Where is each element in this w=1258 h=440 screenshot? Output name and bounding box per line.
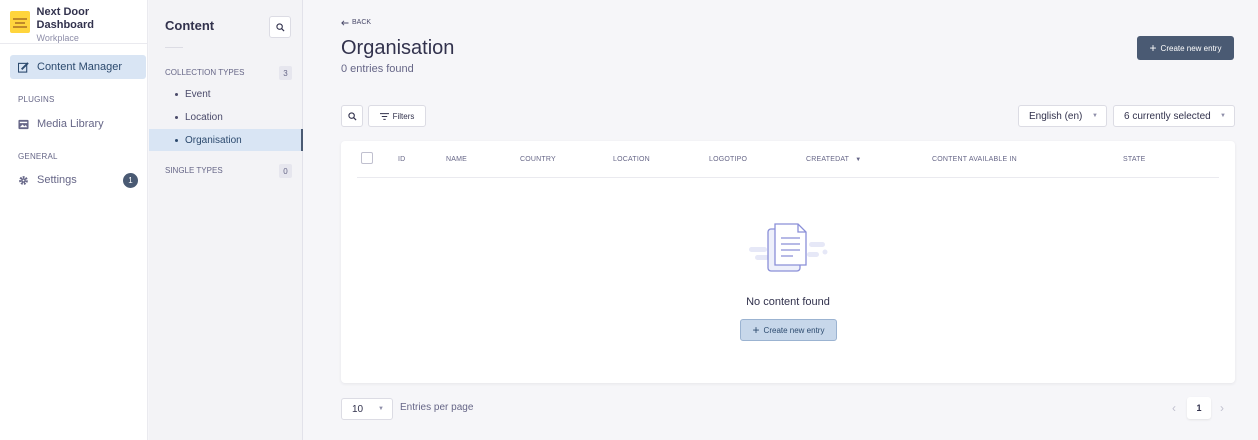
column-header-country[interactable]: COUNTRY: [520, 156, 556, 163]
entries-per-page-select[interactable]: 10 ▼: [341, 398, 393, 420]
create-new-entry-button[interactable]: + Create new entry: [1137, 36, 1234, 60]
nav-settings[interactable]: Settings 1: [10, 168, 146, 192]
chevron-left-icon[interactable]: ‹: [1172, 401, 1176, 415]
column-header-createdat-label: CREATEDAT: [806, 156, 850, 163]
content-subnav: Content COLLECTION TYPES 3 Event Locatio…: [149, 0, 303, 440]
subnav-title: Content: [165, 18, 215, 33]
column-header-id[interactable]: ID: [398, 156, 405, 163]
pagination-current-page[interactable]: 1: [1187, 397, 1211, 419]
select-all-checkbox[interactable]: [361, 152, 373, 164]
chevron-down-icon: ▼: [1092, 113, 1098, 119]
page-title: Organisation: [341, 37, 455, 59]
search-icon: [347, 111, 357, 121]
app-name: Next Door Dashboard: [36, 6, 95, 31]
back-link[interactable]: BACK: [341, 19, 371, 26]
subnav-search-button[interactable]: [269, 16, 291, 38]
filter-icon: [379, 112, 389, 120]
subnav-item-label: Location: [185, 111, 223, 123]
collection-types-header[interactable]: COLLECTION TYPES: [165, 68, 244, 77]
column-header-location[interactable]: LOCATION: [613, 156, 650, 163]
filters-button[interactable]: Filters: [368, 105, 426, 127]
plus-icon: +: [1149, 41, 1157, 55]
edit-icon: [18, 61, 29, 73]
nav-content-manager-label: Content Manager: [37, 61, 122, 73]
column-header-logotipo[interactable]: LOGOTIPO: [709, 156, 747, 163]
table-header: ID NAME COUNTRY LOCATION LOGOTIPO CREATE…: [357, 141, 1219, 178]
subnav-item-event[interactable]: Event: [149, 83, 303, 105]
column-header-createdat[interactable]: CREATEDAT ▼: [806, 156, 861, 163]
image-icon: [18, 119, 29, 129]
single-types-header[interactable]: SINGLE TYPES: [165, 166, 223, 175]
empty-create-new-entry-label: Create new entry: [763, 325, 825, 335]
locale-select-value: English (en): [1029, 110, 1083, 122]
subnav-item-label: Organisation: [185, 134, 242, 146]
chevron-down-icon: ▼: [378, 406, 384, 412]
empty-documents-icon: [749, 223, 828, 272]
locale-select[interactable]: English (en) ▼: [1018, 105, 1107, 127]
column-header-name[interactable]: NAME: [446, 156, 467, 163]
entries-table-card: ID NAME COUNTRY LOCATION LOGOTIPO CREATE…: [341, 141, 1235, 383]
columns-select[interactable]: 6 currently selected ▼: [1113, 105, 1235, 127]
chevron-right-icon[interactable]: ›: [1220, 401, 1224, 415]
back-link-label: BACK: [352, 19, 372, 26]
columns-select-value: 6 currently selected: [1124, 110, 1211, 122]
brand-logo: [10, 11, 30, 33]
nav-media-library[interactable]: Media Library: [10, 112, 146, 136]
empty-state-message: No content found: [746, 296, 830, 308]
column-header-content-available-in: CONTENT AVAILABLE IN: [932, 156, 1017, 163]
workspace-name: Workplace: [36, 33, 79, 43]
arrow-left-icon: [341, 19, 349, 26]
bullet-icon: [175, 115, 178, 119]
bullet-icon: [175, 138, 178, 142]
subnav-item-label: Event: [185, 88, 211, 100]
subnav-item-organisation[interactable]: Organisation: [149, 129, 303, 151]
gear-icon: [19, 175, 28, 185]
entries-per-page-label: Entries per page: [400, 402, 474, 413]
entries-count: 0 entries found: [341, 63, 414, 75]
subnav-item-location[interactable]: Location: [149, 106, 303, 128]
search-button[interactable]: [341, 105, 363, 127]
nav-content-manager[interactable]: Content Manager: [10, 55, 146, 79]
brand-header[interactable]: Next Door Dashboard Workplace: [0, 0, 147, 44]
collection-types-count: 3: [279, 66, 292, 80]
general-section-header: GENERAL: [18, 152, 58, 161]
filters-label: Filters: [392, 111, 415, 121]
subnav-divider: [165, 47, 183, 48]
search-icon: [275, 22, 285, 32]
column-header-state: STATE: [1123, 156, 1146, 163]
single-types-count: 0: [279, 164, 292, 178]
create-new-entry-label: Create new entry: [1160, 43, 1222, 53]
nav-media-library-label: Media Library: [37, 118, 104, 130]
plugins-section-header: PLUGINS: [18, 95, 55, 104]
plus-icon: +: [752, 323, 760, 337]
nav-settings-label: Settings: [37, 174, 77, 186]
bullet-icon: [175, 92, 178, 96]
main-navigation: Next Door Dashboard Workplace Content Ma…: [0, 0, 148, 440]
chevron-down-icon: ▼: [1220, 113, 1226, 119]
settings-notification-badge: 1: [123, 172, 138, 188]
sort-desc-icon: ▼: [855, 157, 862, 163]
entries-per-page-value: 10: [352, 403, 364, 415]
empty-create-new-entry-button[interactable]: + Create new entry: [740, 319, 837, 341]
